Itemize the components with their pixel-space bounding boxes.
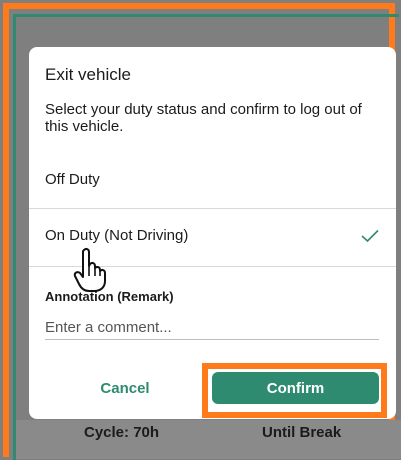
dialog-description: Select your duty status and confirm to l… <box>45 101 362 135</box>
annotation-input[interactable] <box>45 315 379 340</box>
cycle-label: Cycle: 70h <box>84 424 160 441</box>
dialog-title: Exit vehicle <box>45 65 131 84</box>
confirm-button[interactable]: Confirm <box>212 372 379 404</box>
until-break-label: Until Break <box>262 424 342 441</box>
background-status-bar <box>16 420 401 459</box>
check-icon <box>361 229 379 243</box>
cancel-button[interactable]: Cancel <box>77 373 173 403</box>
option-off-duty[interactable]: Off Duty <box>29 153 396 209</box>
option-label: Off Duty <box>45 171 100 188</box>
hand-pointer-icon <box>73 247 106 292</box>
option-label: On Duty (Not Driving) <box>45 227 189 244</box>
